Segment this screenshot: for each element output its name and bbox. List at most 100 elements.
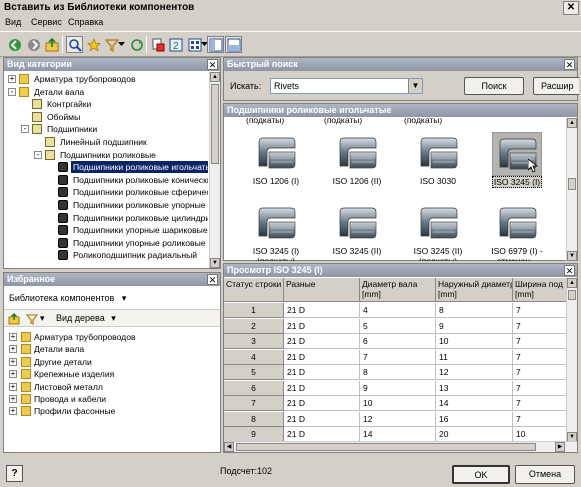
tree-item-label: Подшипники роликовые	[60, 149, 156, 160]
collapse-icon[interactable]: -	[8, 87, 16, 96]
filter-icon[interactable]	[25, 313, 39, 327]
expand-icon[interactable]: +	[9, 395, 17, 403]
table-scrollbar[interactable]: ▲ ▼	[566, 278, 577, 442]
thumbnail-item[interactable]: ISO 3245 (I)	[479, 132, 555, 188]
scroll-up-icon[interactable]: ▲	[567, 278, 577, 288]
expand-icon[interactable]: +	[9, 357, 17, 366]
bearing-icon	[58, 225, 68, 236]
thumbnail-sublabel: (подкаты)	[418, 256, 458, 261]
toolbar-separator	[146, 36, 147, 53]
split-view-icon[interactable]	[207, 36, 224, 53]
scroll-down-icon[interactable]: ▼	[210, 258, 220, 268]
scroll-thumb[interactable]	[211, 84, 219, 164]
forward-icon[interactable]	[25, 36, 42, 53]
table-panel-close-button[interactable]: ✕	[564, 265, 575, 276]
table-row[interactable]: 7 21 D 10 14 7	[224, 396, 567, 411]
row-number: 3	[224, 334, 284, 349]
tree-item-label: Обоймы	[47, 111, 81, 122]
column-header[interactable]: Разные	[284, 278, 360, 302]
table-row[interactable]: 1 21 D487	[224, 303, 567, 318]
tree-item-label: Детали вала	[34, 86, 85, 97]
thumbnail-item[interactable]: ISO 3245 (II) (подкаты)	[400, 202, 476, 261]
thumbnail-sublabel: отменен...	[496, 256, 538, 261]
favorites-panel-close-button[interactable]: ✕	[207, 274, 218, 285]
search-icon[interactable]	[66, 36, 83, 53]
bearing-thumbnail-icon	[400, 202, 476, 246]
scroll-down-icon[interactable]: ▼	[567, 251, 577, 261]
table-row[interactable]: 2 21 D597	[224, 318, 567, 334]
column-header[interactable]: Статус строки	[224, 278, 284, 302]
insert-component-icon[interactable]	[149, 36, 166, 53]
table-cell: 7	[513, 396, 567, 411]
up-folder-icon[interactable]	[43, 36, 60, 53]
collapse-icon[interactable]: -	[34, 150, 42, 159]
column-header[interactable]: Наружный диаметр [mm]	[436, 278, 513, 302]
thumbnail-item[interactable]: ISO 3030	[400, 132, 476, 186]
bearing-thumbnail-icon	[400, 132, 476, 176]
scroll-thumb[interactable]	[568, 290, 576, 300]
menu-help[interactable]: Справка	[68, 17, 103, 27]
table-cell: 10	[513, 427, 567, 442]
category-scrollbar[interactable]: ▲ ▼	[209, 72, 220, 268]
library-selector[interactable]: Библиотека компонентов ▾	[9, 293, 126, 304]
back-icon[interactable]	[6, 36, 23, 53]
thumbnail-item[interactable]: ISO 3245 (I) (подкаты)	[238, 202, 314, 261]
tree-item-label: Подшипники	[47, 124, 98, 135]
column-header[interactable]: Диаметр вала [mm]	[360, 278, 436, 302]
scroll-thumb[interactable]	[568, 178, 576, 190]
tree-view-selector[interactable]: Вид дерева ▾	[56, 313, 116, 324]
expand-icon[interactable]: +	[9, 382, 17, 391]
chevron-down-icon: ▾	[121, 293, 127, 303]
table-hscrollbar[interactable]: ◀ ▶	[224, 441, 577, 452]
favorites-panel-title: Избранное	[4, 273, 220, 286]
table-row[interactable]: 4 21 D 7 11 7	[224, 349, 567, 365]
hscroll-thumb[interactable]	[236, 443, 536, 451]
folder-icon	[21, 332, 31, 342]
category-panel-close-button[interactable]: ✕	[207, 59, 218, 70]
table-row[interactable]: 8 21 D 12 16 7	[224, 411, 567, 427]
expand-icon[interactable]: +	[8, 75, 16, 83]
column-header[interactable]: Ширина под [mm]	[513, 278, 567, 302]
help-button[interactable]: ?	[6, 465, 23, 482]
thumbnails-scrollbar[interactable]: ▲ ▼	[566, 118, 577, 261]
expand-icon[interactable]: +	[9, 407, 17, 416]
scroll-left-icon[interactable]: ◀	[224, 442, 234, 452]
quick-search-close-button[interactable]: ✕	[564, 59, 575, 70]
scroll-up-icon[interactable]: ▲	[567, 118, 577, 128]
table-row[interactable]: 6 21 D 9 13 7	[224, 380, 567, 396]
cycle-icon[interactable]: 2	[167, 36, 184, 53]
advanced-search-button[interactable]: Расшир	[533, 77, 579, 95]
favorites-star-icon[interactable]	[85, 36, 102, 53]
scroll-up-icon[interactable]: ▲	[210, 72, 220, 82]
collapse-icon[interactable]: -	[21, 125, 29, 134]
table-row[interactable]: 5 21 D 8 12 7	[224, 365, 567, 380]
table-row[interactable]: 9 21 D 14 20 10	[224, 427, 567, 442]
tree-item-label: Контргайки	[47, 99, 92, 110]
refresh-icon[interactable]	[128, 36, 145, 53]
chevron-down-icon[interactable]: ▾	[40, 313, 45, 324]
ok-button[interactable]: OK	[452, 465, 510, 484]
search-input[interactable]: Rivets ▼	[270, 78, 423, 94]
filter-dropdown-icon[interactable]	[117, 36, 126, 53]
thumbnail-item[interactable]: ISO 1206 (II)	[319, 132, 395, 186]
window-close-button[interactable]: ✕	[563, 1, 579, 15]
column-header-unit: [mm]	[438, 289, 457, 299]
thumbnail-item[interactable]: ISO 6979 (I) - отменен...	[479, 202, 555, 261]
expand-icon[interactable]: +	[9, 333, 17, 341]
cancel-button[interactable]: Отмена	[515, 465, 575, 484]
menu-service[interactable]: Сервис	[31, 17, 62, 27]
menu-view[interactable]: Вид	[5, 17, 21, 27]
expand-icon[interactable]: +	[9, 345, 17, 354]
expand-icon[interactable]: +	[9, 370, 17, 379]
favorites-item-label: Листовой металл	[34, 381, 103, 392]
up-folder-icon[interactable]	[8, 313, 20, 327]
table-row[interactable]: 3 21 D 6 10 7	[224, 334, 567, 349]
thumbnail-item[interactable]: ISO 1206 (I)	[238, 132, 314, 186]
favorites-item-label: Профили фасонные	[34, 406, 116, 417]
preview-panel-icon[interactable]	[225, 36, 242, 53]
scroll-right-icon[interactable]: ▶	[555, 442, 565, 452]
chevron-down-icon[interactable]: ▼	[408, 79, 422, 93]
thumbnail-item[interactable]: ISO 3245 (II)	[319, 202, 395, 256]
search-button[interactable]: Поиск	[464, 77, 524, 95]
result-count: Подсчет:102	[220, 466, 272, 476]
